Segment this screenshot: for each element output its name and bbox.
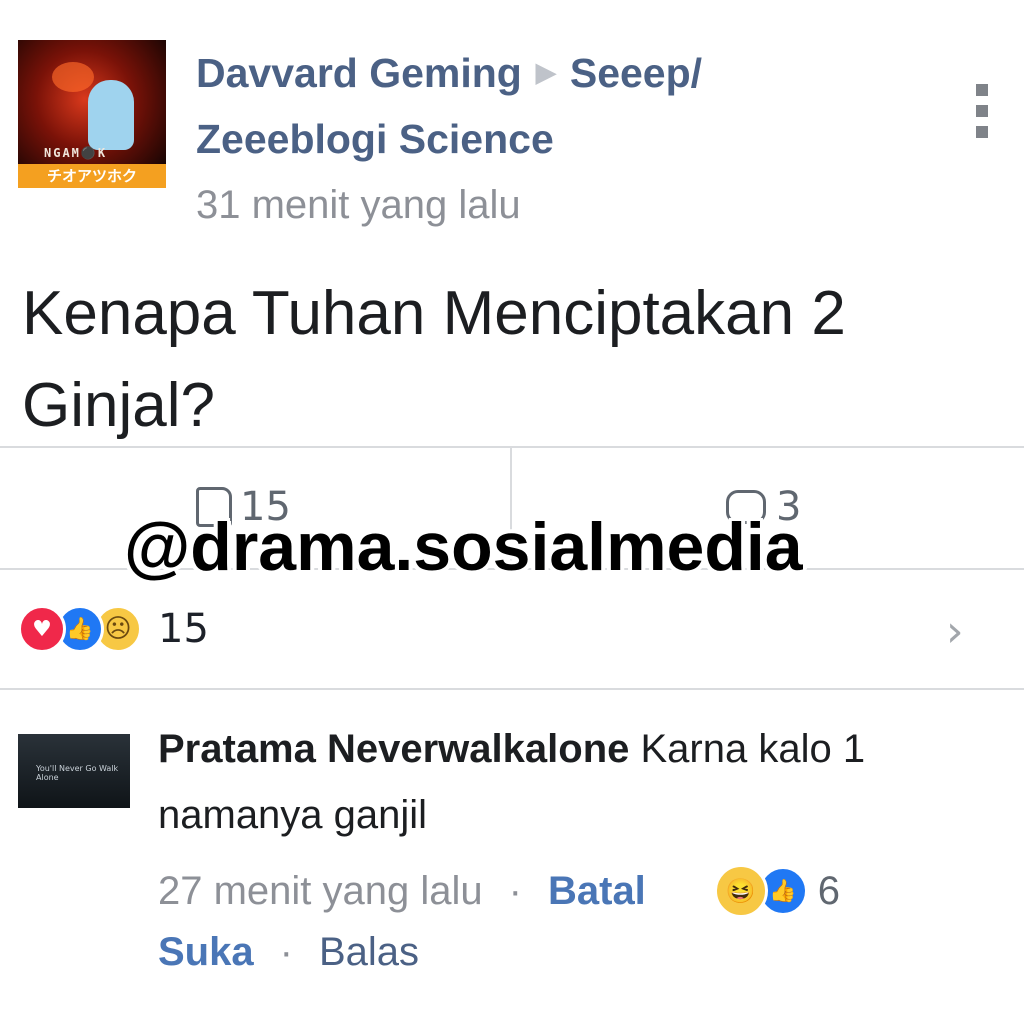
divider	[0, 688, 1024, 690]
heart-icon: ♥	[18, 605, 66, 653]
commenter-name[interactable]: Pratama Neverwalkalone	[158, 727, 629, 771]
post-text: Kenapa Tuhan Menciptakan 2 Ginjal?	[22, 279, 846, 440]
chevron-right-icon[interactable]: ›	[946, 606, 964, 657]
separator-dot: ·	[279, 930, 293, 974]
divider	[0, 446, 1024, 448]
avatar-character	[88, 80, 134, 150]
like-comment-button[interactable]: Suka	[158, 930, 254, 975]
comment-actions: Suka · Balas	[158, 930, 419, 975]
commenter-avatar[interactable]: You'll Never Go Walk Alone	[18, 734, 130, 808]
more-options-icon[interactable]	[972, 84, 992, 138]
haha-icon: 😆	[713, 864, 768, 918]
author-name[interactable]: Davvard Geming	[196, 50, 522, 96]
comment-meta: 27 menit yang lalu · Batal 😆 👍 6	[158, 864, 840, 918]
post-timestamp[interactable]: 31 menit yang lalu	[196, 183, 521, 228]
post-header-line-1: Davvard Geming ▶ Seeep/	[196, 50, 702, 97]
group-name[interactable]: Seeep/	[570, 50, 702, 96]
avatar-caption: You'll Never Go Walk Alone	[36, 764, 119, 782]
avatar-glow	[52, 62, 94, 92]
reaction-count: 15	[158, 606, 209, 652]
comment-reaction-count: 6	[817, 868, 841, 913]
arrow-right-icon: ▶	[535, 57, 556, 87]
avatar-caption-top: NGAM⚫K	[44, 146, 108, 160]
group-name-continued[interactable]: Zeeeblogi Science	[196, 116, 554, 163]
comment-reactions[interactable]: 😆 👍 6	[713, 864, 841, 918]
group-avatar[interactable]: NGAM⚫K チオアツホク	[18, 40, 166, 188]
reactions-summary[interactable]: ♥ 👍 ☹ 15	[18, 604, 209, 654]
comment-timestamp[interactable]: 27 menit yang lalu	[158, 869, 483, 914]
avatar-caption-bottom: チオアツホク	[18, 164, 166, 188]
cancel-button[interactable]: Batal	[548, 869, 646, 914]
reply-button[interactable]: Balas	[319, 930, 419, 975]
watermark: @drama.sosialmedia	[124, 509, 803, 585]
comment-body: Pratama Neverwalkalone Karna kalo 1 nama…	[158, 716, 998, 848]
separator-dot: ·	[508, 868, 522, 913]
